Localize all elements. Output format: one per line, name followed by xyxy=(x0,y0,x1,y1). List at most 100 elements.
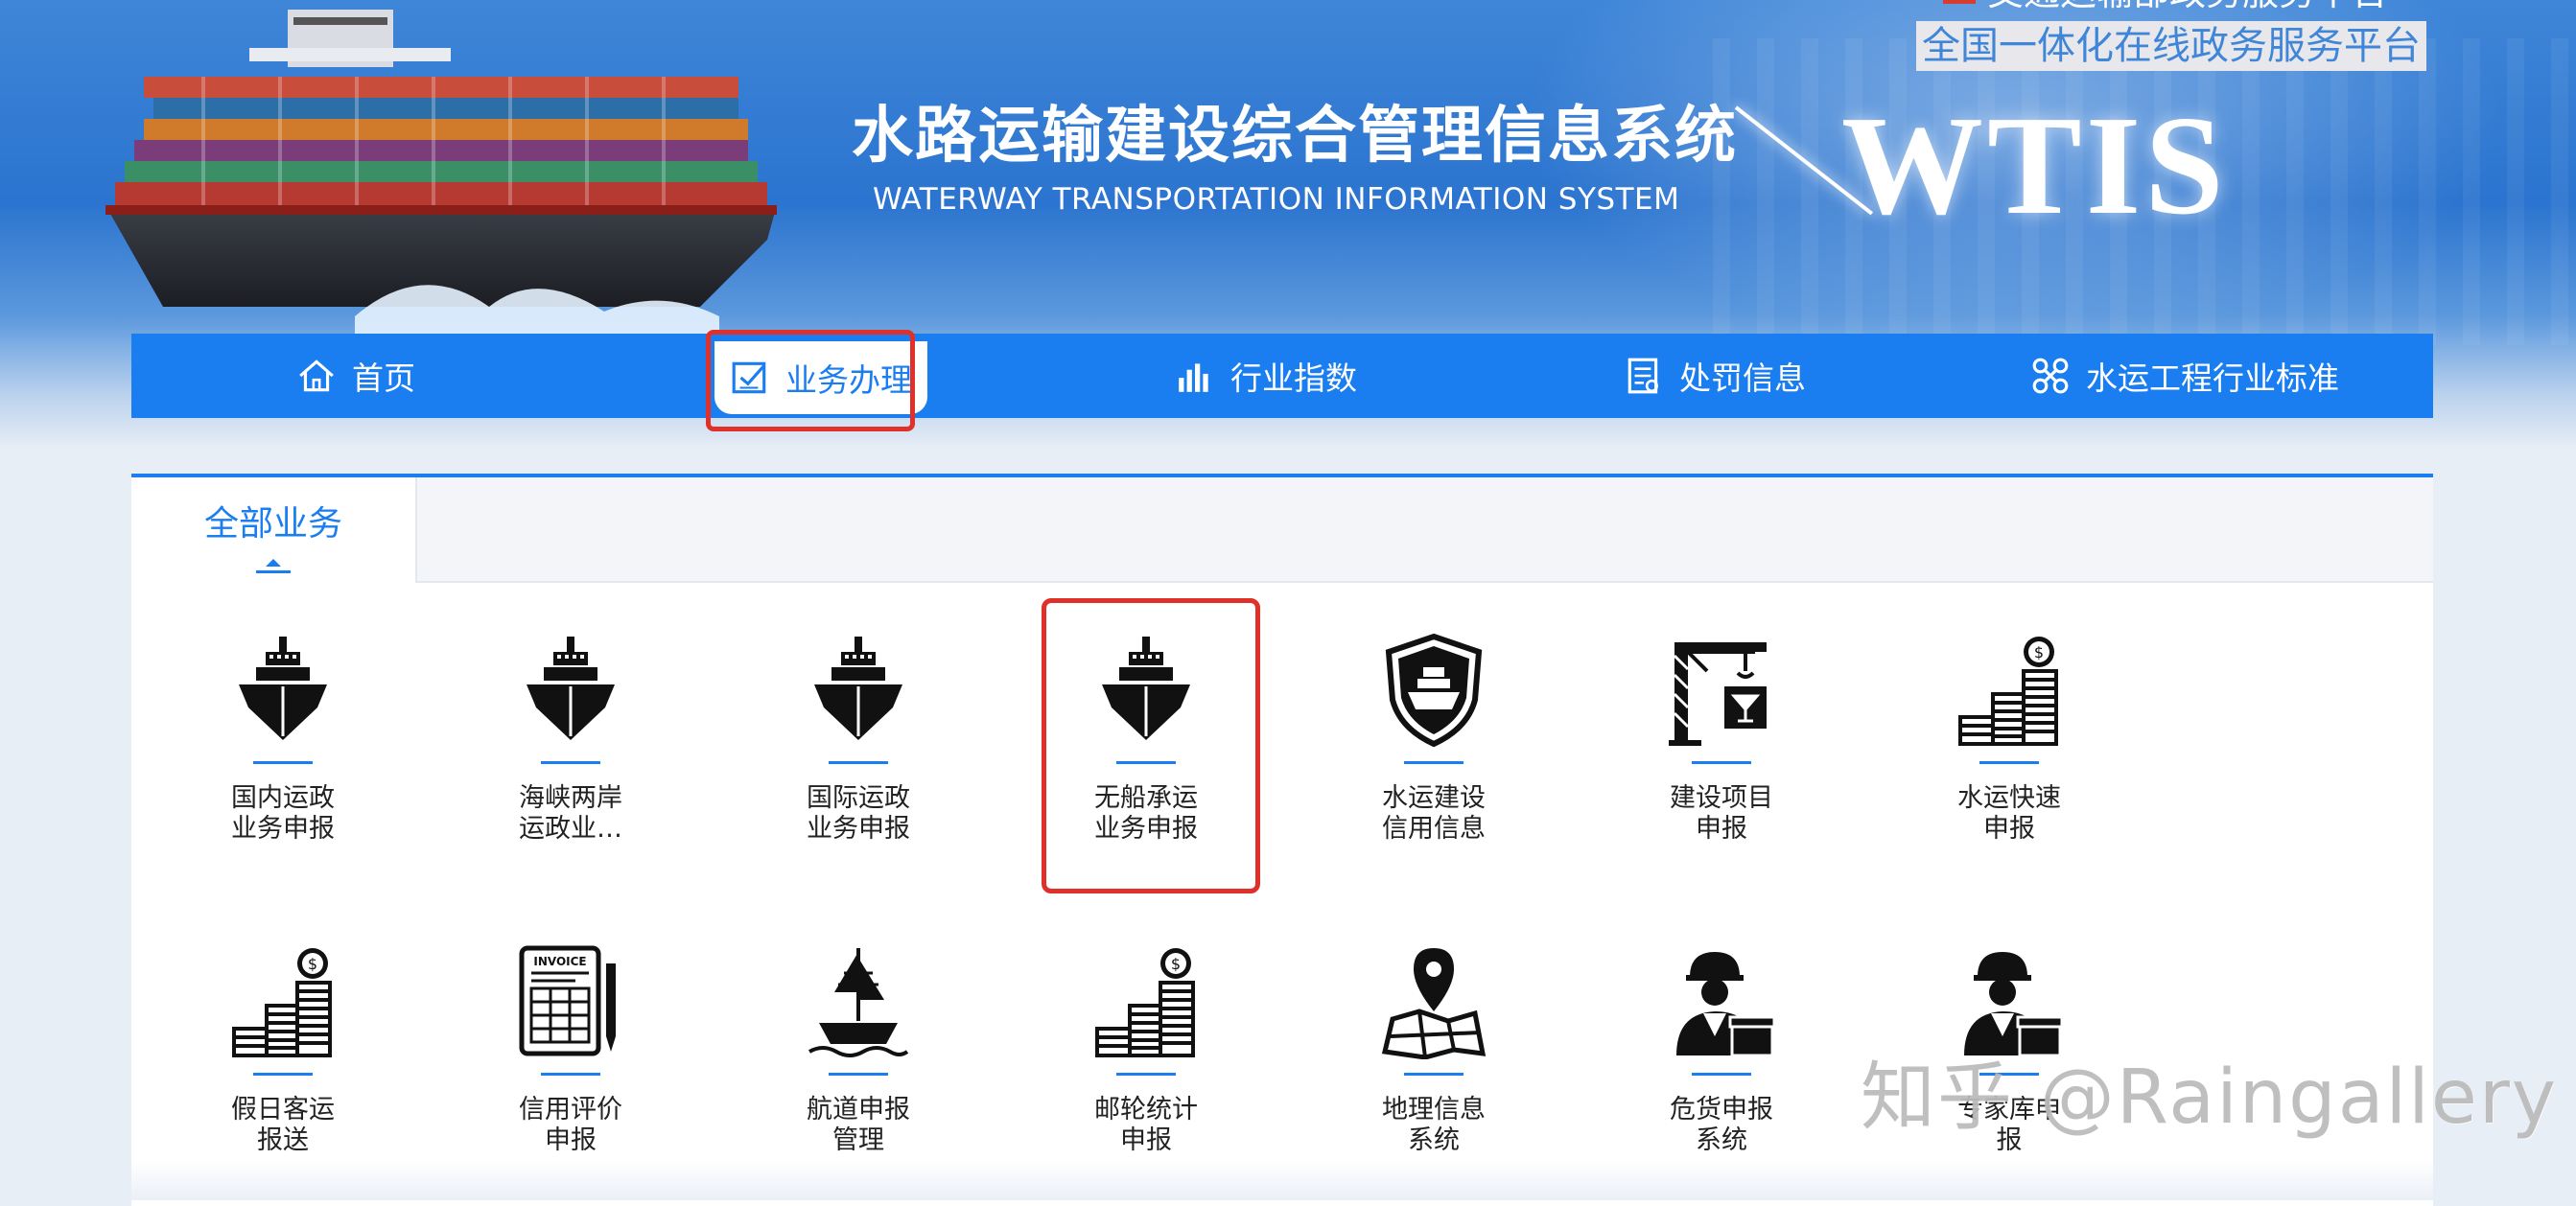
tile-underline xyxy=(829,761,888,764)
tab-all-services-label: 全部业务 xyxy=(203,504,342,544)
map-pin-icon xyxy=(1347,944,1520,1059)
svg-text:$: $ xyxy=(1171,955,1181,973)
service-tile[interactable]: 危货申报 系统 xyxy=(1635,944,1808,1156)
bar-chart-icon xyxy=(1175,356,1215,396)
service-label-line2: 申报 xyxy=(1696,814,1747,844)
service-label: 假日客运 报送 xyxy=(197,1095,369,1156)
service-label: 建设项目 申报 xyxy=(1635,783,1808,845)
service-tile[interactable]: 国际运政 业务申报 xyxy=(772,633,945,845)
tab-active-caret xyxy=(256,559,291,573)
service-tile[interactable]: INVOICE 信用评价 申报 xyxy=(484,944,657,1156)
service-label-line1: 海峡两岸 xyxy=(519,783,622,813)
service-label: 危货申报 系统 xyxy=(1635,1095,1808,1156)
service-label: 地理信息 系统 xyxy=(1347,1095,1520,1156)
tab-bar: 全部业务 xyxy=(131,477,2433,583)
nav-label-engineering-standards: 水运工程行业标准 xyxy=(2086,359,2339,397)
worker-box-icon xyxy=(1635,944,1808,1059)
service-tile[interactable]: 地理信息 系统 xyxy=(1347,944,1520,1156)
service-label-line1: 建设项目 xyxy=(1670,783,1773,813)
crane-icon xyxy=(1635,633,1808,748)
nav-item-penalty-info[interactable]: 处罚信息 xyxy=(1624,334,1806,418)
nav-highlight-box xyxy=(706,330,915,431)
tools-icon xyxy=(2030,356,2071,396)
service-label-line2: 信用信息 xyxy=(1382,814,1486,844)
nav-item-industry-index[interactable]: 行业指数 xyxy=(1175,334,1357,418)
service-label-line1: 危货申报 xyxy=(1670,1095,1773,1125)
service-label-line1: 假日客运 xyxy=(231,1095,335,1125)
tile-underline xyxy=(1692,1073,1751,1076)
tile-underline xyxy=(1692,761,1751,764)
system-subtitle: WATERWAY TRANSPORTATION INFORMATION SYST… xyxy=(873,182,1680,217)
service-label-line1: 国内运政 xyxy=(231,783,335,813)
service-label-line2: 申报 xyxy=(545,1125,597,1155)
service-label-line1: 国际运政 xyxy=(807,783,910,813)
main-nav: 首页 业务办理 行业指数 处罚信息 水运工程行业标准 xyxy=(131,334,2433,418)
service-label: 航道申报 管理 xyxy=(772,1095,945,1156)
svg-text:$: $ xyxy=(2034,643,2044,661)
service-label-line2: 报送 xyxy=(257,1125,309,1155)
service-label: 国际运政 业务申报 xyxy=(772,783,945,845)
service-label: 水运快速 申报 xyxy=(1923,783,2096,845)
service-label-line2: 系统 xyxy=(1408,1125,1460,1155)
coin-stack-icon: $ xyxy=(197,944,369,1059)
tile-underline xyxy=(253,761,313,764)
service-tile[interactable]: 水运建设 信用信息 xyxy=(1347,633,1520,845)
tile-underline xyxy=(541,1073,600,1076)
nav-label-penalty-info: 处罚信息 xyxy=(1679,359,1806,397)
ship-icon xyxy=(484,633,657,748)
service-tile[interactable]: 海峡两岸 运政业… xyxy=(484,633,657,845)
watermark-text: 知乎 @Raingallery xyxy=(1861,1055,2559,1141)
container-ship-illustration xyxy=(105,10,777,336)
service-label-line1: 水运建设 xyxy=(1382,783,1486,813)
nav-label-home: 首页 xyxy=(352,359,415,397)
svg-text:INVOICE: INVOICE xyxy=(533,955,586,968)
shield-ship-icon xyxy=(1347,633,1520,748)
service-label-line2: 业务申报 xyxy=(807,814,910,844)
red-flag-icon xyxy=(1943,0,1976,4)
service-label-line2: 申报 xyxy=(1120,1125,1172,1155)
ship-icon xyxy=(772,633,945,748)
service-label-line2: 业务申报 xyxy=(231,814,335,844)
service-label-line1: 水运快速 xyxy=(1957,783,2061,813)
service-tile[interactable]: $ 水运快速 申报 xyxy=(1923,633,2096,845)
tile-underline xyxy=(1404,1073,1464,1076)
service-label-line2: 管理 xyxy=(832,1125,884,1155)
service-highlight-box xyxy=(1042,598,1260,893)
service-label: 海峡两岸 运政业… xyxy=(484,783,657,845)
service-tile[interactable]: $ 假日客运 报送 xyxy=(197,944,369,1156)
nav-label-industry-index: 行业指数 xyxy=(1230,359,1357,397)
ship-icon xyxy=(197,633,369,748)
service-label-line1: 航道申报 xyxy=(807,1095,910,1125)
service-label-line2: 运政业… xyxy=(519,814,622,844)
invoice-icon: INVOICE xyxy=(484,944,657,1059)
tile-underline xyxy=(1404,761,1464,764)
coin-stack-icon: $ xyxy=(1060,944,1232,1059)
nav-item-engineering-standards[interactable]: 水运工程行业标准 xyxy=(2030,334,2339,418)
sailboat-icon xyxy=(772,944,945,1059)
service-tile[interactable]: 建设项目 申报 xyxy=(1635,633,1808,845)
service-tile[interactable]: $ 邮轮统计 申报 xyxy=(1060,944,1232,1156)
tile-underline xyxy=(1979,761,2039,764)
service-label: 邮轮统计 申报 xyxy=(1060,1095,1232,1156)
service-label-line1: 地理信息 xyxy=(1382,1095,1486,1125)
coin-stack-icon: $ xyxy=(1923,633,2096,748)
list-document-icon xyxy=(1624,356,1664,396)
service-tile[interactable]: 航道申报 管理 xyxy=(772,944,945,1156)
system-title: 水路运输建设综合管理信息系统 xyxy=(852,101,1738,172)
service-label: 信用评价 申报 xyxy=(484,1095,657,1156)
tile-underline xyxy=(1116,1073,1176,1076)
svg-text:$: $ xyxy=(308,955,317,973)
top-partial-text: 交通运输部政务服务平台 xyxy=(1943,0,2388,11)
wtis-logo: WTIS xyxy=(1841,87,2228,244)
tile-underline xyxy=(829,1073,888,1076)
service-label-line2: 系统 xyxy=(1696,1125,1747,1155)
service-label-line1: 邮轮统计 xyxy=(1094,1095,1198,1125)
service-tile[interactable]: 国内运政 业务申报 xyxy=(197,633,369,845)
service-label: 国内运政 业务申报 xyxy=(197,783,369,845)
tile-underline xyxy=(253,1073,313,1076)
bottom-fade xyxy=(0,1160,2576,1200)
gov-platform-link[interactable]: 全国一体化在线政务服务平台 xyxy=(1916,21,2426,71)
service-label: 水运建设 信用信息 xyxy=(1347,783,1520,845)
nav-item-home[interactable]: 首页 xyxy=(296,334,415,418)
tab-all-services[interactable]: 全部业务 xyxy=(131,477,417,583)
